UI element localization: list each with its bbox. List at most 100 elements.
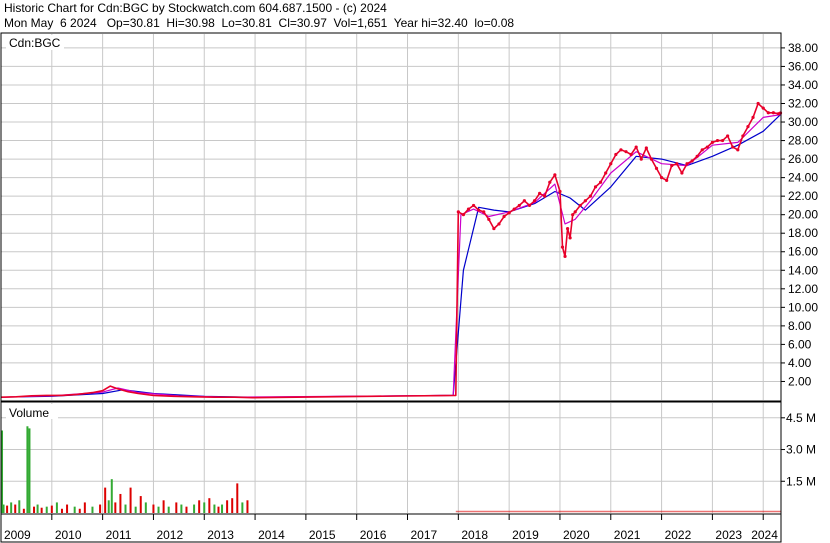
year-tick-label: 2021 bbox=[614, 528, 641, 542]
volume-bar bbox=[10, 502, 13, 513]
price-tick-label: 22.00 bbox=[788, 189, 818, 203]
price-point bbox=[578, 203, 582, 208]
price-point bbox=[588, 194, 593, 198]
price-point bbox=[629, 152, 633, 157]
price-point bbox=[543, 194, 547, 198]
volume-bar bbox=[198, 500, 201, 513]
price-tick-label: 28.00 bbox=[788, 134, 818, 148]
price-point bbox=[731, 145, 735, 149]
year-tick-label: 2013 bbox=[207, 528, 234, 542]
price-point bbox=[654, 166, 659, 170]
year-tick-label: 2011 bbox=[106, 528, 132, 542]
price-point bbox=[614, 152, 618, 157]
price-gridlines bbox=[1, 34, 781, 400]
volume-bar bbox=[246, 500, 249, 513]
price-point bbox=[675, 162, 679, 166]
price-point bbox=[720, 138, 725, 143]
price-point bbox=[497, 222, 501, 226]
year-tick-label: 2015 bbox=[309, 528, 336, 542]
price-lines bbox=[0, 101, 783, 399]
year-tick-label: 2010 bbox=[55, 528, 82, 542]
year-tick-label: 2023 bbox=[715, 528, 742, 542]
volume-bar bbox=[203, 502, 206, 513]
price-tick-label: 34.00 bbox=[788, 78, 818, 92]
short-moving-average-line bbox=[0, 114, 781, 398]
price-tick-label: 30.00 bbox=[788, 115, 818, 129]
volume-tick-label: 1.5 M bbox=[786, 474, 816, 488]
volume-tick-label: 4.5 M bbox=[786, 411, 816, 425]
price-point bbox=[690, 159, 694, 163]
volume-bar bbox=[241, 502, 244, 513]
year-tick-label: 2024 bbox=[751, 528, 778, 542]
price-point bbox=[471, 203, 476, 208]
price-point bbox=[609, 162, 613, 166]
volume-bar bbox=[114, 502, 117, 513]
volume-bar bbox=[236, 483, 239, 513]
price-point bbox=[487, 217, 491, 221]
volume-tick-label: 3.0 M bbox=[786, 443, 816, 457]
price-point bbox=[726, 134, 730, 138]
volume-bar bbox=[226, 500, 229, 513]
volume-bar bbox=[231, 498, 234, 513]
panel-frames bbox=[0, 32, 782, 543]
price-point bbox=[599, 180, 603, 184]
price-point bbox=[593, 185, 598, 189]
price-point bbox=[680, 171, 684, 175]
price-point bbox=[538, 191, 542, 195]
price-point bbox=[502, 214, 506, 219]
volume-y-axis: 1.5 M 3.0 M 4.5 M bbox=[781, 411, 816, 488]
volume-bar bbox=[73, 506, 76, 513]
price-tick-label: 4.00 bbox=[788, 356, 812, 370]
price-point bbox=[604, 171, 608, 175]
price-line bbox=[0, 102, 781, 399]
volume-bar bbox=[104, 487, 107, 513]
price-point bbox=[553, 173, 557, 177]
volume-bar bbox=[175, 502, 178, 513]
price-point bbox=[482, 210, 486, 214]
price-point bbox=[766, 111, 770, 115]
price-y-axis: 2.00 4.00 6.00 8.00 10.00 12.00 14.00 16.00 18.0… bbox=[781, 41, 818, 388]
price-point bbox=[644, 146, 648, 150]
price-point bbox=[685, 162, 689, 166]
volume-bar bbox=[45, 506, 48, 513]
price-tick-label: 20.00 bbox=[788, 208, 818, 222]
price-point bbox=[563, 254, 567, 258]
price-tick-label: 12.00 bbox=[788, 282, 818, 296]
price-tick-label: 32.00 bbox=[788, 96, 818, 110]
volume-bar bbox=[119, 493, 122, 513]
volume-bar bbox=[180, 504, 183, 513]
price-point bbox=[778, 111, 783, 115]
volume-bar bbox=[139, 496, 142, 513]
price-point bbox=[634, 145, 638, 149]
volume-bar bbox=[124, 504, 127, 513]
volume-panel-label: Volume bbox=[9, 406, 49, 420]
volume-bar bbox=[18, 500, 21, 513]
price-tick-label: 16.00 bbox=[788, 245, 818, 259]
volume-bar bbox=[91, 506, 94, 513]
volume-bar bbox=[26, 426, 29, 513]
price-tick-label: 10.00 bbox=[788, 300, 818, 314]
price-point bbox=[624, 150, 628, 154]
volume-bar bbox=[36, 504, 39, 513]
price-point bbox=[705, 145, 709, 149]
year-tick-label: 2019 bbox=[512, 528, 539, 542]
price-point bbox=[527, 203, 532, 208]
volume-bar bbox=[40, 507, 43, 513]
volume-bar bbox=[107, 500, 110, 513]
price-point bbox=[477, 208, 481, 212]
year-tick-label: 2020 bbox=[563, 528, 590, 542]
volume-panel-frame bbox=[0, 401, 782, 515]
price-point bbox=[619, 148, 623, 152]
price-point bbox=[710, 140, 715, 145]
volume-bar bbox=[33, 506, 36, 513]
price-tick-label: 24.00 bbox=[788, 171, 818, 185]
price-point bbox=[746, 125, 750, 129]
volume-bar bbox=[60, 508, 63, 513]
price-point bbox=[751, 115, 755, 119]
price-point bbox=[670, 163, 674, 168]
price-point bbox=[741, 134, 745, 138]
price-point bbox=[756, 101, 760, 106]
volume-bar bbox=[83, 502, 86, 513]
volume-bar bbox=[6, 505, 9, 513]
volume-bar bbox=[2, 504, 5, 513]
